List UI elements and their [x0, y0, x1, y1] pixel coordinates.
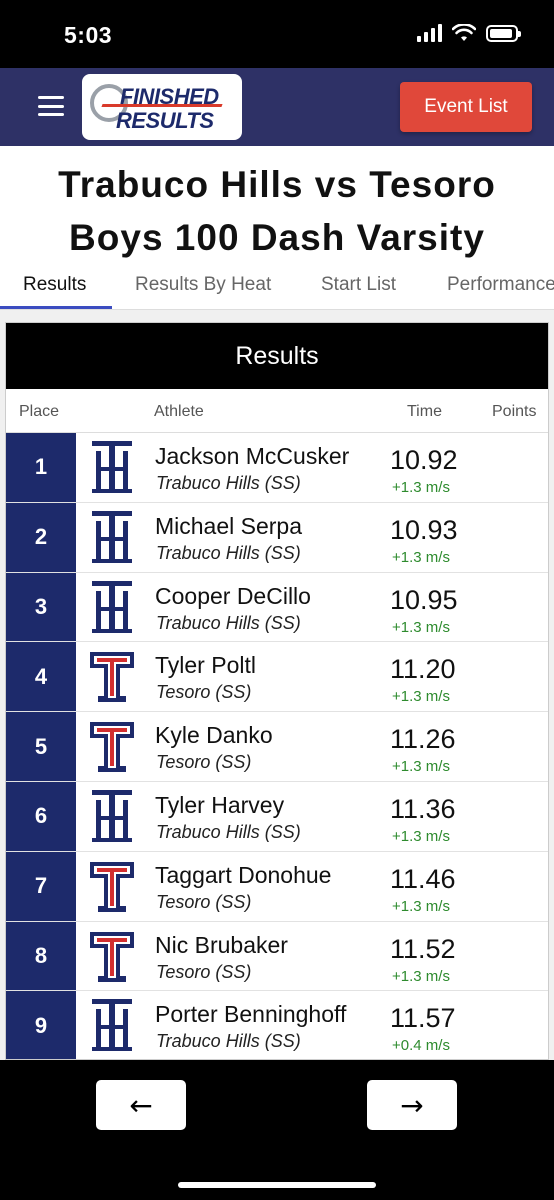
athlete-name[interactable]: Jackson McCusker [155, 443, 349, 470]
result-time: 11.52 [390, 933, 456, 964]
hamburger-icon[interactable] [38, 96, 64, 116]
athlete-name[interactable]: Porter Benninghoff [155, 1001, 346, 1028]
place-badge: 4 [6, 642, 76, 712]
athlete-team[interactable]: Tesoro (SS) [156, 962, 251, 983]
wind-reading: +1.3 m/s [392, 897, 450, 915]
wind-reading: +1.3 m/s [392, 548, 450, 566]
wind-reading: +1.3 m/s [392, 827, 450, 845]
battery-icon [486, 24, 521, 42]
next-button[interactable]: → [367, 1080, 457, 1130]
place-badge: 6 [6, 781, 76, 851]
cellular-signal-icon [417, 24, 442, 42]
wind-reading: +1.3 m/s [392, 618, 450, 636]
athlete-name[interactable]: Tyler Poltl [155, 652, 256, 679]
athlete-name[interactable]: Kyle Danko [155, 722, 273, 749]
tesoro-logo-icon [88, 926, 136, 986]
athlete-team[interactable]: Tesoro (SS) [156, 892, 251, 913]
tab-results-by-heat[interactable]: Results By Heat [135, 274, 271, 296]
result-time: 11.20 [390, 654, 456, 685]
place-badge: 9 [6, 991, 76, 1059]
athlete-team[interactable]: Trabuco Hills (SS) [156, 543, 301, 564]
status-time: 5:03 [64, 22, 113, 48]
athlete-name[interactable]: Nic Brubaker [155, 932, 288, 959]
page-title-line1: Trabuco Hills vs Tesoro [58, 164, 496, 205]
result-time: 10.93 [390, 514, 458, 545]
bottom-nav: ← → [0, 1060, 554, 1200]
athlete-name[interactable]: Cooper DeCillo [155, 583, 311, 610]
trabuco-hills-logo-icon [88, 437, 136, 497]
result-time: 11.36 [390, 793, 456, 824]
result-row[interactable]: 4 Tyler Poltl Tesoro (SS) 11.20 +1.3 m/s [6, 642, 548, 713]
athlete-name[interactable]: Taggart Donohue [155, 862, 331, 889]
wifi-icon [452, 24, 476, 41]
result-row[interactable]: 8 Nic Brubaker Tesoro (SS) 11.52 +1.3 m/s [6, 921, 548, 992]
place-badge: 8 [6, 921, 76, 991]
tesoro-logo-icon [88, 716, 136, 776]
athlete-team[interactable]: Tesoro (SS) [156, 682, 251, 703]
result-row[interactable]: 5 Kyle Danko Tesoro (SS) 11.26 +1.3 m/s [6, 712, 548, 782]
tesoro-logo-icon [88, 856, 136, 916]
trabuco-hills-logo-icon [88, 995, 136, 1055]
athlete-name[interactable]: Tyler Harvey [155, 792, 284, 819]
athlete-team[interactable]: Trabuco Hills (SS) [156, 473, 301, 494]
finished-results-logo[interactable]: FINISHED RESULTS [82, 74, 242, 140]
athlete-team[interactable]: Trabuco Hills (SS) [156, 822, 301, 843]
tab-performance[interactable]: Performance [447, 274, 554, 296]
wind-reading: +0.4 m/s [392, 1037, 450, 1055]
column-header-athlete: Athlete [154, 403, 204, 420]
athlete-team[interactable]: Tesoro (SS) [156, 752, 251, 773]
result-row[interactable]: 9 Porter Benninghoff Trabuco Hills (SS) 11.… [6, 991, 548, 1059]
result-time: 11.57 [390, 1003, 456, 1034]
tab-results[interactable]: Results [23, 274, 86, 296]
logo-text-line1: FINISHED [120, 84, 219, 109]
results-heading: Results [6, 323, 548, 389]
app-header: FINISHED RESULTS Event List [0, 68, 554, 146]
logo-text-line2: RESULTS [116, 108, 214, 133]
results-card: Results Place Athlete Time Points 1 Jacks… [5, 322, 549, 1060]
wind-reading: +1.3 m/s [392, 758, 450, 776]
result-time: 10.95 [390, 584, 458, 615]
result-row[interactable]: 6 Tyler Harvey Trabuco Hills (SS) 11.36 +1.3… [6, 781, 548, 852]
result-row[interactable]: 2 Michael Serpa Trabuco Hills (SS) 10.93 +1.… [6, 502, 548, 573]
place-badge: 5 [6, 712, 76, 781]
place-badge: 3 [6, 572, 76, 642]
arrow-right-icon: → [400, 1088, 424, 1122]
title-area: Trabuco Hills vs Tesoro Boys 100 Dash Va… [0, 146, 554, 320]
wind-reading: +1.3 m/s [392, 688, 450, 706]
place-badge: 2 [6, 502, 76, 572]
event-list-button[interactable]: Event List [400, 82, 532, 132]
home-indicator[interactable] [178, 1182, 376, 1188]
result-time: 11.46 [390, 863, 456, 894]
tab-start-list[interactable]: Start List [321, 274, 396, 296]
tesoro-logo-icon [88, 646, 136, 706]
status-icons [417, 24, 521, 42]
results-list: 1 Jackson McCusker Trabuco Hills (SS) 10.92… [6, 433, 548, 1059]
result-time: 11.26 [390, 724, 456, 755]
trabuco-hills-logo-icon [88, 786, 136, 846]
trabuco-hills-logo-icon [88, 577, 136, 637]
page-title-line2: Boys 100 Dash Varsity [69, 217, 485, 258]
status-bar: 5:03 [0, 0, 554, 68]
wind-reading: +1.3 m/s [392, 967, 450, 985]
column-header-points: Points [492, 403, 537, 420]
previous-button[interactable]: ← [96, 1080, 186, 1130]
athlete-team[interactable]: Trabuco Hills (SS) [156, 613, 301, 634]
result-row[interactable]: 1 Jackson McCusker Trabuco Hills (SS) 10.92… [6, 433, 548, 503]
athlete-team[interactable]: Trabuco Hills (SS) [156, 1031, 301, 1052]
trabuco-hills-logo-icon [88, 507, 136, 567]
column-headers: Place Athlete Time Points [6, 389, 548, 433]
arrow-left-icon: ← [129, 1088, 153, 1122]
result-row[interactable]: 7 Taggart Donohue Tesoro (SS) 11.46 +1.3 m/s [6, 851, 548, 922]
wind-reading: +1.3 m/s [392, 479, 450, 496]
place-badge: 1 [6, 433, 76, 502]
result-time: 10.92 [390, 445, 458, 475]
result-row[interactable]: 3 Cooper DeCillo Trabuco Hills (SS) 10.95 +1… [6, 572, 548, 643]
tab-bar: Results Results By Heat Start List Perfo… [0, 270, 554, 310]
athlete-name[interactable]: Michael Serpa [155, 513, 302, 540]
column-header-time: Time [407, 403, 442, 420]
column-header-place: Place [19, 403, 60, 420]
place-badge: 7 [6, 851, 76, 921]
